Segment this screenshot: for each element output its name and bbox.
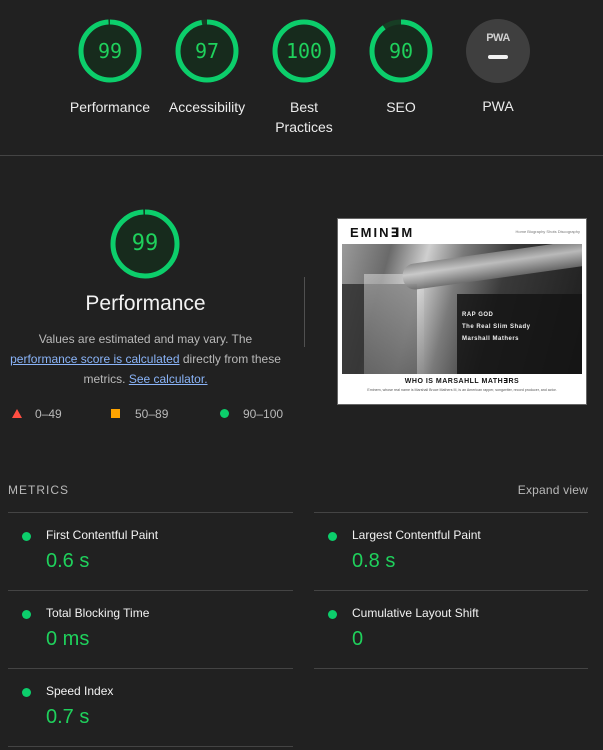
pass-circle-icon [22,532,31,541]
performance-description: Values are estimated and may vary. The p… [4,329,287,389]
gauge-ring: 90 [368,18,434,84]
hero-line: The Real Slim Shady [462,324,531,330]
metric-name: Cumulative Layout Shift [352,606,479,620]
section-divider [304,277,305,347]
thumbnail-site-logo: EMIN∃M [350,225,415,240]
metric-cumulative-layout-shift: Cumulative Layout Shift 0 [314,592,584,652]
score-gauges-bar: 99 Performance 97 Accessibility 100 Best… [0,0,603,156]
pwa-dash-icon [488,55,508,59]
legend-average: 50–89 [111,406,201,422]
metric-total-blocking-time: Total Blocking Time 0 ms [8,592,278,652]
gauge-ring: 97 [174,18,240,84]
thumbnail-hero-image: RAP GOD The Real Slim Shady Marshall Mat… [342,244,582,374]
performance-gauge: 99 [109,208,181,280]
performance-score: 99 [131,231,159,256]
pass-circle-icon [22,610,31,619]
gauge-pwa[interactable]: PWA PWA [443,18,553,116]
gauge-label: PWA [482,98,514,114]
gauge-score: 100 [285,39,323,63]
pass-circle-icon [328,532,337,541]
gauge-accessibility[interactable]: 97 Accessibility [152,18,262,117]
legend-range: 50–89 [135,407,169,421]
gauge-performance[interactable]: 99 Performance [55,18,165,117]
metric-divider [314,668,588,669]
metric-value: 0 [352,628,364,650]
final-screenshot-thumbnail[interactable]: EMIN∃M Home Biography Shots Discography … [337,218,587,405]
gauge-seo[interactable]: 90 SEO [346,18,456,117]
legend-range: 0–49 [35,407,62,421]
metric-name: First Contentful Paint [46,528,159,542]
hero-arm-shape [401,244,582,292]
legend-range: 90–100 [243,407,284,421]
expand-view-toggle[interactable]: Expand view [518,483,588,497]
metric-divider [8,590,293,591]
gauge-score: 99 [97,39,123,63]
metric-first-contentful-paint: First Contentful Paint 0.6 s [8,514,278,574]
thumbnail-site-header: EMIN∃M Home Biography Shots Discography [338,219,586,243]
gauge-label: SEO [386,99,416,115]
see-calculator-link[interactable]: See calculator. [129,372,208,386]
gauge-label: Best Practices [275,99,333,135]
circle-icon [220,409,229,418]
square-icon [111,409,120,418]
pass-circle-icon [22,688,31,697]
thumbnail-body-text: Eminem, whose real name is Marshall Bruc… [367,388,557,392]
metric-value: 0 ms [46,628,90,650]
pwa-badge-icon: PWA [466,19,530,83]
lighthouse-report: 99 Performance 97 Accessibility 100 Best… [0,0,603,750]
pass-circle-icon [328,610,337,619]
thumbnail-section-title: WHO IS MARSAHLL MATH∃RS [404,378,520,385]
metric-speed-index: Speed Index 0.7 s [8,670,278,730]
gauge-label: Accessibility [168,99,246,115]
triangle-icon [12,409,22,418]
metric-divider [8,746,293,747]
metrics-heading: METRICS [8,483,69,497]
metric-name: Total Blocking Time [46,606,150,620]
legend-pass: 90–100 [220,406,300,422]
gauge-label: Performance [69,99,151,115]
description-text: Values are estimated and may vary. The [38,332,253,346]
pwa-badge-text: PWA [486,32,510,44]
legend-fail: 0–49 [12,406,92,422]
metric-name: Speed Index [46,684,114,698]
gauge-ring: 99 [77,18,143,84]
gauge-score: 97 [194,39,220,63]
score-calculation-link[interactable]: performance score is calculated [10,352,179,366]
metric-divider [8,668,293,669]
gauge-score: 90 [388,39,414,63]
metric-divider [314,512,588,513]
hero-line: RAP GOD [462,312,494,318]
metric-value: 0.6 s [46,550,90,572]
metric-largest-contentful-paint: Largest Contentful Paint 0.8 s [314,514,584,574]
hero-line: Marshall Mathers [462,336,520,342]
thumbnail-site-nav: Home Biography Shots Discography [515,229,580,234]
metric-value: 0.8 s [352,550,396,572]
metric-divider [8,512,293,513]
hero-overlay [457,294,582,374]
gauge-ring: 100 [271,18,337,84]
metric-divider [314,590,588,591]
gauge-best-practices[interactable]: 100 Best Practices [249,18,359,137]
metric-name: Largest Contentful Paint [352,528,481,542]
performance-title: Performance [85,292,206,315]
metric-value: 0.7 s [46,706,90,728]
